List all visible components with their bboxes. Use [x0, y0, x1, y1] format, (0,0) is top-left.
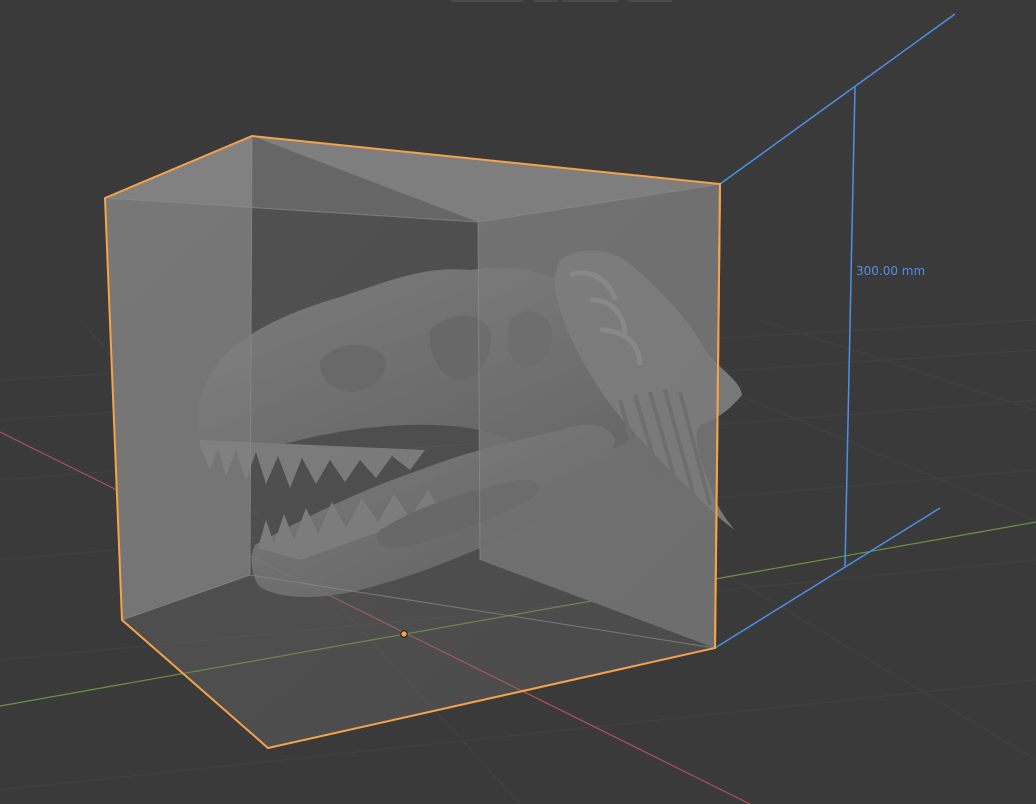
viewport-shading-button[interactable] — [561, 0, 619, 2]
3d-viewport[interactable]: 300.00 mm — [0, 0, 1036, 804]
viewport-shading-button[interactable] — [627, 0, 673, 2]
measurement-label: 300.00 mm — [856, 264, 925, 278]
viewport-shading-button[interactable] — [450, 0, 524, 2]
object-origin[interactable] — [400, 630, 408, 638]
viewport-shading-button[interactable] — [533, 0, 559, 2]
box-front-face — [105, 184, 720, 748]
